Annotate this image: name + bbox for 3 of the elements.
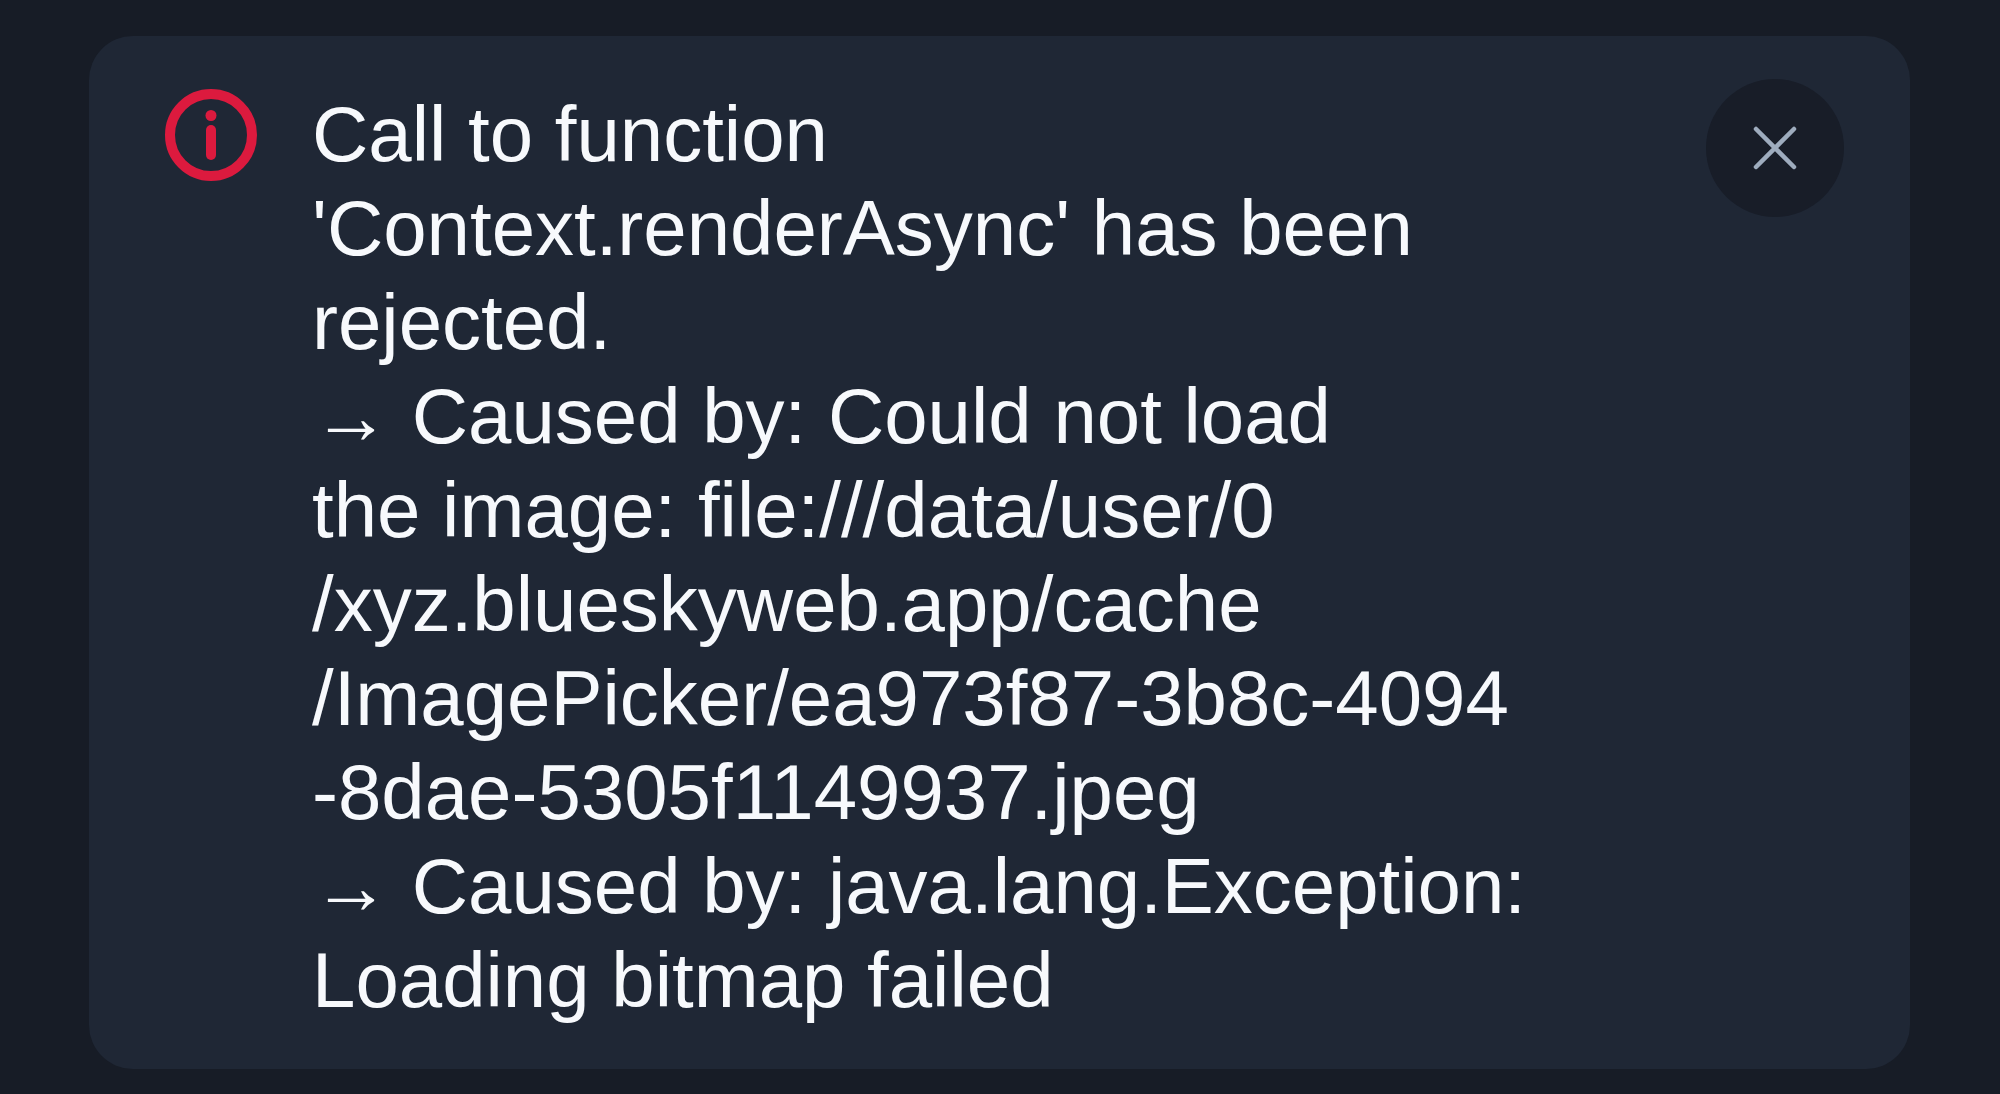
close-icon [1753, 126, 1797, 170]
error-message: Call to function 'Context.renderAsync' has been rejected. → Caused by: Could not load the image: file:///data/user/0 /xyz.blueskyweb.app/cache /ImagePicker/ea973f87-3b8c-4094 -8dae-5305f1149937.jpeg → Caused by: java.lang.Exception: Loading bitmap failed [312, 89, 1528, 1026]
info-icon [165, 89, 257, 181]
